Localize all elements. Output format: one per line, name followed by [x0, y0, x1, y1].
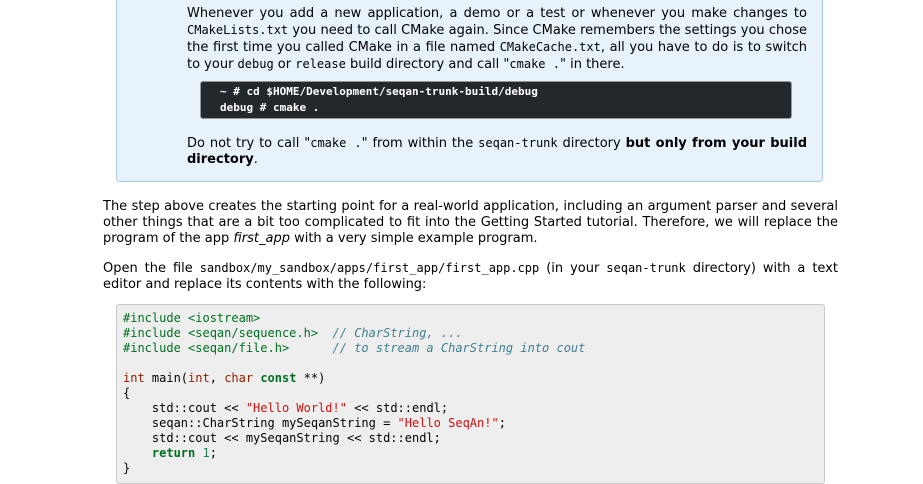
code-text: std::cout << mySeqanString << std::endl;: [123, 431, 441, 445]
text: Whenever you add a new application, a de…: [187, 6, 807, 21]
string-literal: "Hello World!": [245, 401, 347, 415]
inline-code-cmakecache: CMakeCache.txt: [499, 40, 601, 54]
code-line: }: [123, 461, 824, 476]
text: directory: [557, 136, 626, 151]
code-text: **): [296, 371, 326, 385]
note-paragraph-warning: Do not try to call "cmake ." from within…: [187, 135, 807, 168]
code-line: {: [123, 386, 824, 401]
text: (in your: [539, 261, 607, 276]
terminal-block: ~ # cd $HOME/Development/seqan-trunk-bui…: [200, 81, 792, 119]
note-paragraph-cmake-rerun: Whenever you add a new application, a de…: [187, 6, 807, 73]
note-box: Whenever you add a new application, a de…: [116, 0, 823, 182]
code-text: seqan::CharString mySeqanString =: [123, 416, 398, 430]
text: " in there.: [559, 57, 625, 72]
preprocessor: #include <iostream>: [123, 311, 261, 325]
inline-code-seqan-trunk: seqan-trunk: [478, 136, 558, 150]
inline-code-debug: debug: [237, 57, 274, 71]
keyword: const: [260, 371, 297, 385]
inline-code-release: release: [295, 57, 346, 71]
code-text: << std::endl;: [346, 401, 449, 415]
code-block: #include <iostream> #include <seqan/sequ…: [116, 304, 825, 484]
code-line: seqan::CharString mySeqanString = "Hello…: [123, 416, 824, 431]
emphasis-first-app: first_app: [233, 231, 290, 246]
code-text: }: [123, 461, 131, 475]
text: Open the file: [103, 261, 200, 276]
keyword-type: int: [123, 371, 145, 385]
text: or: [273, 57, 296, 72]
code-text: main(: [144, 371, 189, 385]
inline-code-cmakelists: CMakeLists.txt: [187, 23, 289, 37]
code-text: ,: [209, 371, 225, 385]
text: .: [253, 152, 258, 167]
string-literal: "Hello SeqAn!": [397, 416, 499, 430]
keyword: return: [151, 446, 196, 460]
code-line: #include <iostream>: [123, 311, 824, 326]
text: Do not try to call ": [187, 136, 311, 151]
code-text: {: [123, 386, 131, 400]
paragraph-open-file: Open the file sandbox/my_sandbox/apps/fi…: [103, 260, 838, 293]
code-line: int main(int, char const **): [123, 371, 824, 386]
inline-code-cmake-dot: cmake .: [310, 136, 362, 150]
code-text: ;: [209, 446, 217, 460]
text: " from within the: [361, 136, 479, 151]
code-line: #include <seqan/file.h> // to stream a C…: [123, 341, 824, 356]
preprocessor: #include <seqan/sequence.h>: [123, 326, 333, 340]
number-literal: 1: [202, 446, 210, 460]
inline-code-cmake-dot: cmake .: [509, 57, 560, 71]
code-line: std::cout << mySeqanString << std::endl;: [123, 431, 824, 446]
code-text: ;: [498, 416, 506, 430]
inline-code-file-path: sandbox/my_sandbox/apps/first_app/first_…: [199, 261, 540, 275]
text: build directory and call ": [345, 57, 510, 72]
keyword-type: int: [188, 371, 210, 385]
code-line: return 1;: [123, 446, 824, 461]
code-line: std::cout << "Hello World!" << std::endl…: [123, 401, 824, 416]
code-comment: // to stream a CharString into cout: [332, 341, 586, 355]
code-line: #include <seqan/sequence.h> // CharStrin…: [123, 326, 824, 341]
preprocessor: #include <seqan/file.h>: [123, 341, 333, 355]
paragraph-step-explanation: The step above creates the starting poin…: [103, 199, 838, 247]
code-comment: // CharString, ...: [332, 326, 463, 340]
inline-code-seqan-trunk: seqan-trunk: [606, 261, 686, 275]
text: with a very simple example program.: [289, 231, 538, 246]
terminal-line: ~ # cd $HOME/Development/seqan-trunk-bui…: [220, 85, 538, 98]
code-text: std::cout <<: [123, 401, 246, 415]
keyword-type: char: [224, 371, 254, 385]
terminal-line: debug # cmake .: [220, 101, 320, 114]
